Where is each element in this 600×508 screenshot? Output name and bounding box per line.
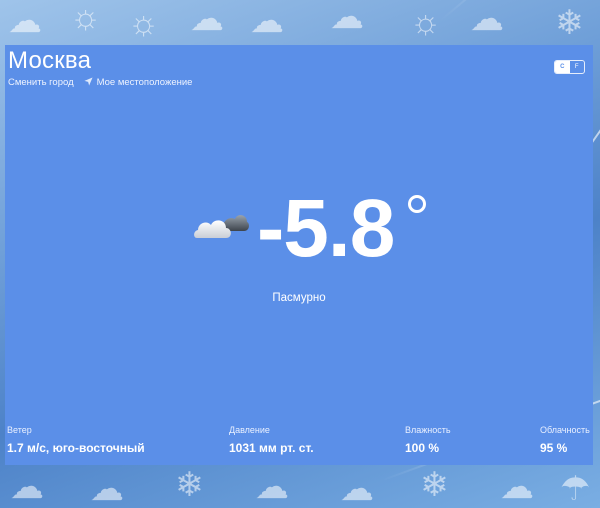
rain-icon: ☂ <box>560 470 591 508</box>
snowflake-icon: ❄ <box>420 466 449 504</box>
snowflake-icon: ❄ <box>175 466 204 504</box>
location-arrow-icon <box>84 77 93 86</box>
cloud-icon: ☁ <box>190 0 224 38</box>
wind-stat: Ветер 1.7 м/с, юго-восточный <box>7 425 145 455</box>
cloudiness-stat: Облачность 95 % <box>540 425 590 455</box>
stat-label: Влажность <box>405 425 451 435</box>
sun-icon: ☼ <box>70 0 102 36</box>
my-location-link[interactable]: Мое местоположение <box>84 77 193 88</box>
cloud-icon: ☁ <box>340 470 374 508</box>
degree-symbol <box>408 195 426 213</box>
cloud-icon: ☁ <box>90 470 124 508</box>
cloud-icon: ☁ <box>500 468 534 506</box>
city-name: Москва <box>8 47 92 74</box>
humidity-stat: Влажность 100 % <box>405 425 451 455</box>
stat-value: 1.7 м/с, юго-восточный <box>7 441 145 455</box>
stat-label: Давление <box>229 425 270 435</box>
temperature-value: -5.8 <box>257 183 395 274</box>
sun-icon: ☼ <box>410 3 442 41</box>
snowflake-icon: ❄ <box>555 4 584 42</box>
cloud-icon: ☁ <box>255 468 289 506</box>
stat-value: 100 % <box>405 441 440 455</box>
cloud-icon: ☁ <box>8 2 42 40</box>
cloud-icon: ☁ <box>250 2 284 40</box>
weather-panel: Москва Сменить город Мое местоположение … <box>5 45 593 465</box>
my-location-label: Мое местоположение <box>96 77 193 88</box>
overcast-cloud-icon <box>194 215 249 238</box>
change-city-link[interactable]: Сменить город <box>8 77 74 88</box>
stat-value: 1031 мм рт. ст. <box>229 441 314 455</box>
city-links: Сменить город Мое местоположение <box>8 77 192 88</box>
stat-value: 95 % <box>540 441 568 455</box>
stat-label: Облачность <box>540 425 590 435</box>
weather-stats: Ветер 1.7 м/с, юго-восточный Давление 10… <box>5 425 593 465</box>
unit-toggle: C F <box>554 60 585 74</box>
cloud-icon: ☁ <box>470 0 504 38</box>
stat-label: Ветер <box>7 425 32 435</box>
weather-condition: Пасмурно <box>272 292 326 304</box>
cloud-icon: ☁ <box>10 468 44 506</box>
pressure-stat: Давление 1031 мм рт. ст. <box>229 425 314 455</box>
fahrenheit-button[interactable]: F <box>570 61 585 73</box>
sun-icon: ☼ <box>128 4 160 42</box>
cloud-icon: ☁ <box>330 0 364 36</box>
celsius-button[interactable]: C <box>555 61 570 73</box>
